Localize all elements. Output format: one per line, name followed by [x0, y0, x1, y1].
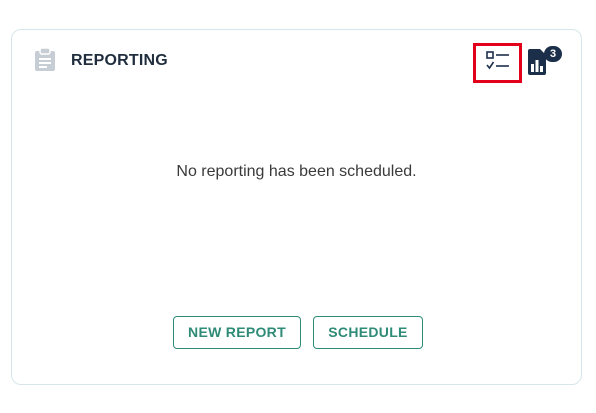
schedule-button[interactable]: SCHEDULE [313, 316, 423, 349]
clipboard-icon [34, 47, 56, 72]
reports-count-badge: 3 [544, 46, 562, 62]
checklist-icon [485, 50, 510, 76]
reporting-card: REPORTING 3 No reporting has been schedu… [11, 29, 582, 385]
new-report-button[interactable]: NEW REPORT [173, 316, 301, 349]
checklist-button[interactable] [473, 43, 522, 83]
empty-state-message: No reporting has been scheduled. [176, 163, 417, 180]
card-title: REPORTING [71, 52, 168, 69]
reports-button[interactable]: 3 [527, 45, 567, 75]
